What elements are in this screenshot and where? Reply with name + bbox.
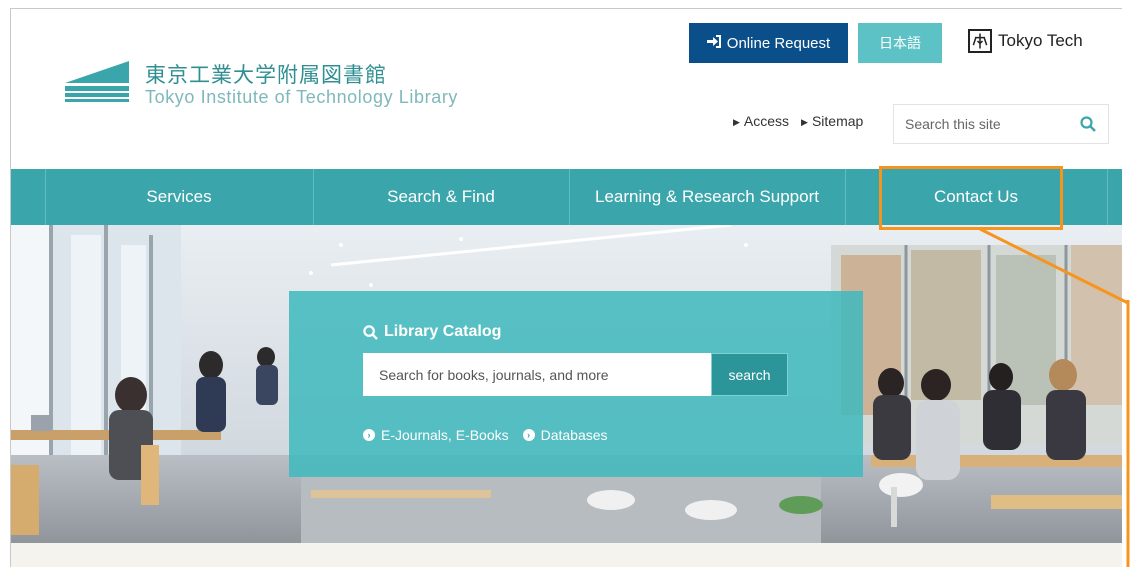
- triangle-right-icon: ▶: [733, 117, 740, 127]
- databases-link[interactable]: › Databases: [522, 427, 608, 443]
- tokyo-tech-logo-icon: [968, 29, 992, 53]
- site-search: [893, 104, 1109, 144]
- online-request-button[interactable]: Online Request: [689, 23, 848, 63]
- sitemap-link[interactable]: ▶ Sitemap: [801, 113, 863, 129]
- library-name-japanese[interactable]: 東京工業大学附属図書館: [145, 59, 387, 89]
- access-link[interactable]: ▶ Access: [733, 113, 789, 129]
- nav-divider: [1107, 169, 1108, 225]
- library-catalog-panel: Library Catalog search › E-Journals, E-B…: [289, 291, 863, 477]
- page-frame: 東京工業大学附属図書館 Tokyo Institute of Technolog…: [10, 8, 1122, 567]
- site-search-input[interactable]: [894, 105, 1068, 143]
- catalog-search-input[interactable]: [363, 353, 711, 396]
- chevron-right-icon: ›: [522, 429, 535, 441]
- e-journals-link[interactable]: › E-Journals, E-Books: [363, 427, 509, 443]
- catalog-links: › E-Journals, E-Books › Databases: [363, 427, 608, 443]
- content-band: [11, 543, 1122, 567]
- sign-in-icon: [706, 35, 721, 51]
- nav-item-learning-research-support[interactable]: Learning & Research Support: [569, 169, 845, 225]
- annotation-highlight-box: [879, 166, 1063, 230]
- nav-item-search-find[interactable]: Search & Find: [313, 169, 569, 225]
- catalog-title-label: Library Catalog: [384, 323, 502, 340]
- search-icon: [363, 324, 378, 340]
- online-request-label: Online Request: [726, 34, 831, 52]
- language-button[interactable]: 日本語: [858, 23, 942, 63]
- catalog-search-button[interactable]: search: [711, 353, 788, 396]
- chevron-right-icon: ›: [363, 429, 375, 441]
- library-name-english[interactable]: Tokyo Institute of Technology Library: [145, 87, 458, 108]
- search-icon[interactable]: [1068, 116, 1108, 132]
- nav-item-services[interactable]: Services: [45, 169, 313, 225]
- catalog-title: Library Catalog: [363, 323, 501, 341]
- tokyo-tech-link[interactable]: Tokyo Tech: [968, 29, 1083, 53]
- tokyo-tech-label: Tokyo Tech: [998, 31, 1083, 50]
- library-logo[interactable]: [63, 59, 131, 103]
- triangle-right-icon: ▶: [801, 117, 808, 127]
- utility-links: ▶ Access ▶ Sitemap: [733, 113, 863, 129]
